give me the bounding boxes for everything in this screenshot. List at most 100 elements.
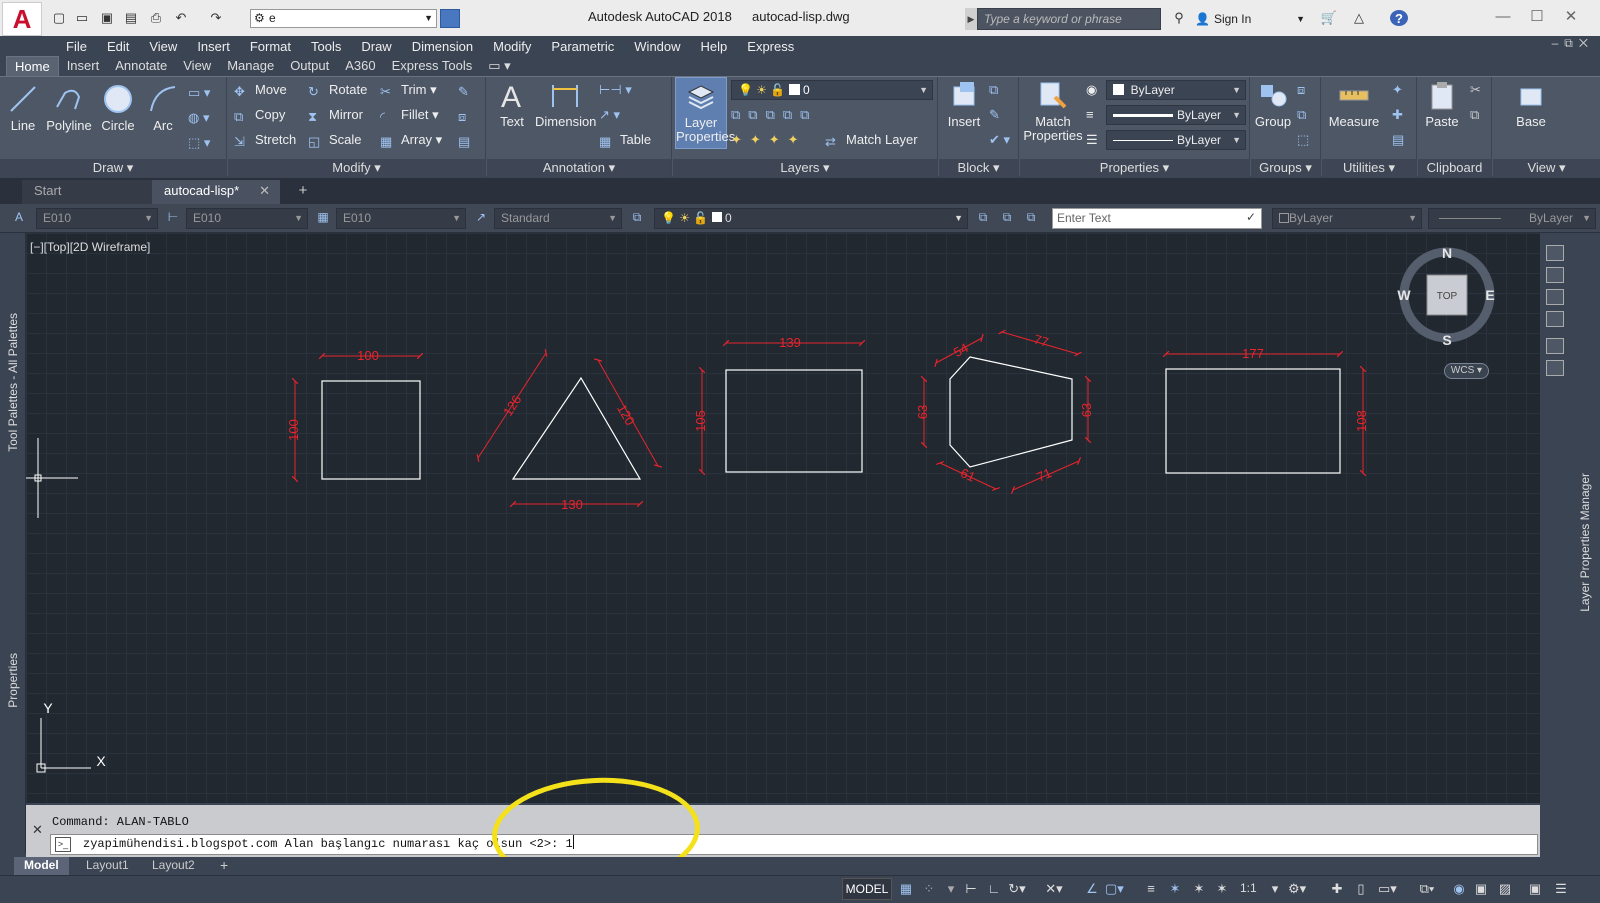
layer-state-icon[interactable] (1546, 245, 1564, 261)
group-edit-icon[interactable]: ⧉ (1297, 105, 1306, 125)
cart-icon[interactable]: 🛒 (1320, 10, 1338, 26)
edit-block-icon[interactable]: ✎ (989, 105, 1000, 125)
layer-current-icon[interactable] (1546, 311, 1564, 327)
tab-start[interactable]: Start (22, 180, 152, 204)
annotation-panel-title[interactable]: Annotation ▾ (487, 159, 671, 177)
dim-style-icon[interactable]: ⊢ (164, 210, 182, 227)
rotate-button[interactable]: ↻ Rotate (308, 80, 367, 100)
layer-tools-row1[interactable]: ⧉⧉⧉⧉⧉ (731, 105, 817, 125)
fullscreen-icon[interactable]: ▣ (1526, 881, 1544, 897)
tab-home[interactable]: Home (6, 56, 59, 76)
tab-drawing[interactable]: autocad-lisp* ✕ (152, 180, 280, 204)
binoculars-icon[interactable]: ⚲ (1170, 10, 1188, 26)
match-layer-button[interactable]: ⇄ Match Layer (825, 130, 918, 150)
hardware-acceleration-icon[interactable]: ▣ (1472, 881, 1490, 897)
layer-unisolate-icon[interactable]: ⧉ (1022, 210, 1040, 227)
tool-palettes-strip[interactable]: Tool Palettes - All Palettes Properties (0, 233, 26, 853)
units-icon[interactable]: ▯ (1352, 881, 1370, 897)
annotation-scale-icon[interactable]: ✶ (1213, 881, 1231, 897)
document-window-controls[interactable]: –⧉✕ (1552, 36, 1594, 51)
linear-dim-icon[interactable]: ⊢⊣ ▾ (599, 80, 632, 100)
layer-tools-row2[interactable]: ✦✦✦✦ (731, 130, 807, 150)
share-icon[interactable] (440, 9, 460, 28)
mirror-button[interactable]: ⧗ Mirror (308, 105, 363, 125)
new-icon[interactable]: ▢ (50, 10, 68, 26)
menu-express[interactable]: Express (737, 39, 804, 54)
menu-file[interactable]: File (56, 39, 97, 54)
dim-rect1-height[interactable]: 105 (693, 410, 708, 432)
attribute-icon[interactable]: ✔ ▾ (989, 130, 1010, 150)
dim-rect2-height[interactable]: 108 (1354, 410, 1369, 432)
boundary-icon[interactable]: ⬚ ▾ (188, 133, 210, 153)
compass-west[interactable]: W (1397, 287, 1411, 303)
tab-express-tools[interactable]: Express Tools (384, 56, 481, 76)
cut-icon[interactable]: ✂ (1470, 80, 1481, 100)
dim-hexagon-bottom-left[interactable]: 61 (958, 465, 977, 485)
layer-manager-label[interactable]: Layer Properties Manager (1578, 473, 1592, 612)
mleader-style-combo[interactable]: Standard ▼ (494, 208, 622, 229)
menu-parametric[interactable]: Parametric (541, 39, 624, 54)
arc-button[interactable]: Arc (146, 83, 180, 133)
quick-properties-icon[interactable]: ▭▾ (1378, 881, 1397, 897)
copy-button[interactable]: ⧉ Copy (234, 105, 285, 125)
ungroup-icon[interactable]: ⧈ (1297, 80, 1305, 100)
stretch-button[interactable]: ⇲ Stretch (234, 130, 296, 150)
menu-insert[interactable]: Insert (187, 39, 240, 54)
customization-icon[interactable]: ☰ (1552, 881, 1570, 897)
tab-layout1[interactable]: Layout1 (76, 857, 139, 875)
text-button[interactable]: A Text (495, 79, 529, 129)
undo-icon[interactable]: ↶ (172, 10, 190, 26)
leader-icon[interactable]: ↗ ▾ (599, 105, 620, 125)
layer-toolbar-combo[interactable]: 💡 ☀ 🔓 0 ▼ (654, 208, 968, 229)
polyline-button[interactable]: Polyline (44, 83, 94, 133)
dim-hexagon-right[interactable]: 63 (1079, 403, 1094, 417)
isodraft-icon[interactable]: ✕▾ (1045, 881, 1063, 897)
search-expand-icon[interactable]: ▶ (965, 8, 977, 30)
point-icon[interactable]: ✚ (1392, 105, 1403, 125)
dim-hexagon-left[interactable]: 63 (915, 405, 930, 419)
square-shape[interactable] (321, 380, 421, 480)
grid-icon[interactable]: ▦ (897, 881, 915, 897)
ribbon-options-icon[interactable]: ▭ ▾ (480, 56, 518, 76)
save-icon[interactable]: ▣ (98, 10, 116, 26)
polar-icon[interactable]: ↻▾ (1008, 881, 1026, 897)
compass-south[interactable]: S (1442, 332, 1451, 348)
menu-dimension[interactable]: Dimension (402, 39, 483, 54)
dim-rect1-width[interactable]: 139 (779, 335, 801, 350)
rectangle-shape-2[interactable] (1165, 368, 1341, 474)
dim-hexagon-bottom-right[interactable]: 71 (1035, 465, 1054, 485)
annotation-visibility-icon[interactable]: ✶ (1166, 881, 1184, 897)
compass-north[interactable]: N (1442, 245, 1452, 261)
text-style-icon[interactable]: A (10, 210, 28, 227)
compass-east[interactable]: E (1485, 287, 1494, 303)
help-icon[interactable]: ? (1390, 10, 1408, 26)
menu-edit[interactable]: Edit (97, 39, 139, 54)
group-button[interactable]: Group (1253, 79, 1293, 129)
chevron-down-icon[interactable]: ▾ (1266, 881, 1284, 897)
lineweight-toggle-icon[interactable]: ≡ (1142, 881, 1160, 897)
tab-model[interactable]: Model (14, 857, 69, 875)
dim-rect2-width[interactable]: 177 (1242, 346, 1264, 361)
auto-scale-icon[interactable]: ✶ (1190, 881, 1208, 897)
infer-constraints-icon[interactable]: ⊢ (962, 881, 980, 897)
group-select-icon[interactable]: ⬚ (1297, 130, 1309, 150)
lock-ui-icon[interactable]: ⧉▾ (1418, 881, 1436, 897)
hexagon-shape[interactable] (949, 356, 1073, 468)
workspace-switch-icon[interactable]: ⚙▾ (1288, 881, 1306, 897)
circle-button[interactable]: Circle (98, 83, 138, 133)
layer-properties-button[interactable]: Layer Properties (675, 77, 735, 149)
text-style-combo[interactable]: E010 ▼ (36, 208, 158, 229)
dim-hexagon-top-right[interactable]: 77 (1032, 331, 1050, 349)
scale-button[interactable]: ◱ Scale (308, 130, 362, 150)
properties-label[interactable]: Properties (6, 653, 20, 708)
save-as-icon[interactable]: ▤ (122, 10, 140, 26)
dim-style-combo[interactable]: E010 ▼ (186, 208, 308, 229)
dim-square-width[interactable]: 100 (357, 348, 379, 363)
trim-button[interactable]: ✂ Trim ▾ (380, 80, 437, 100)
layer-new-icon[interactable] (1546, 267, 1564, 283)
tab-output[interactable]: Output (282, 56, 337, 76)
ortho-icon[interactable]: ∟ (985, 881, 1003, 897)
properties-panel-title[interactable]: Properties ▾ (1020, 159, 1249, 177)
color-toolbar-combo[interactable]: ByLayer ▼ (1272, 208, 1422, 229)
layer-properties-manager-strip[interactable]: Layer Properties Manager (1570, 233, 1600, 853)
